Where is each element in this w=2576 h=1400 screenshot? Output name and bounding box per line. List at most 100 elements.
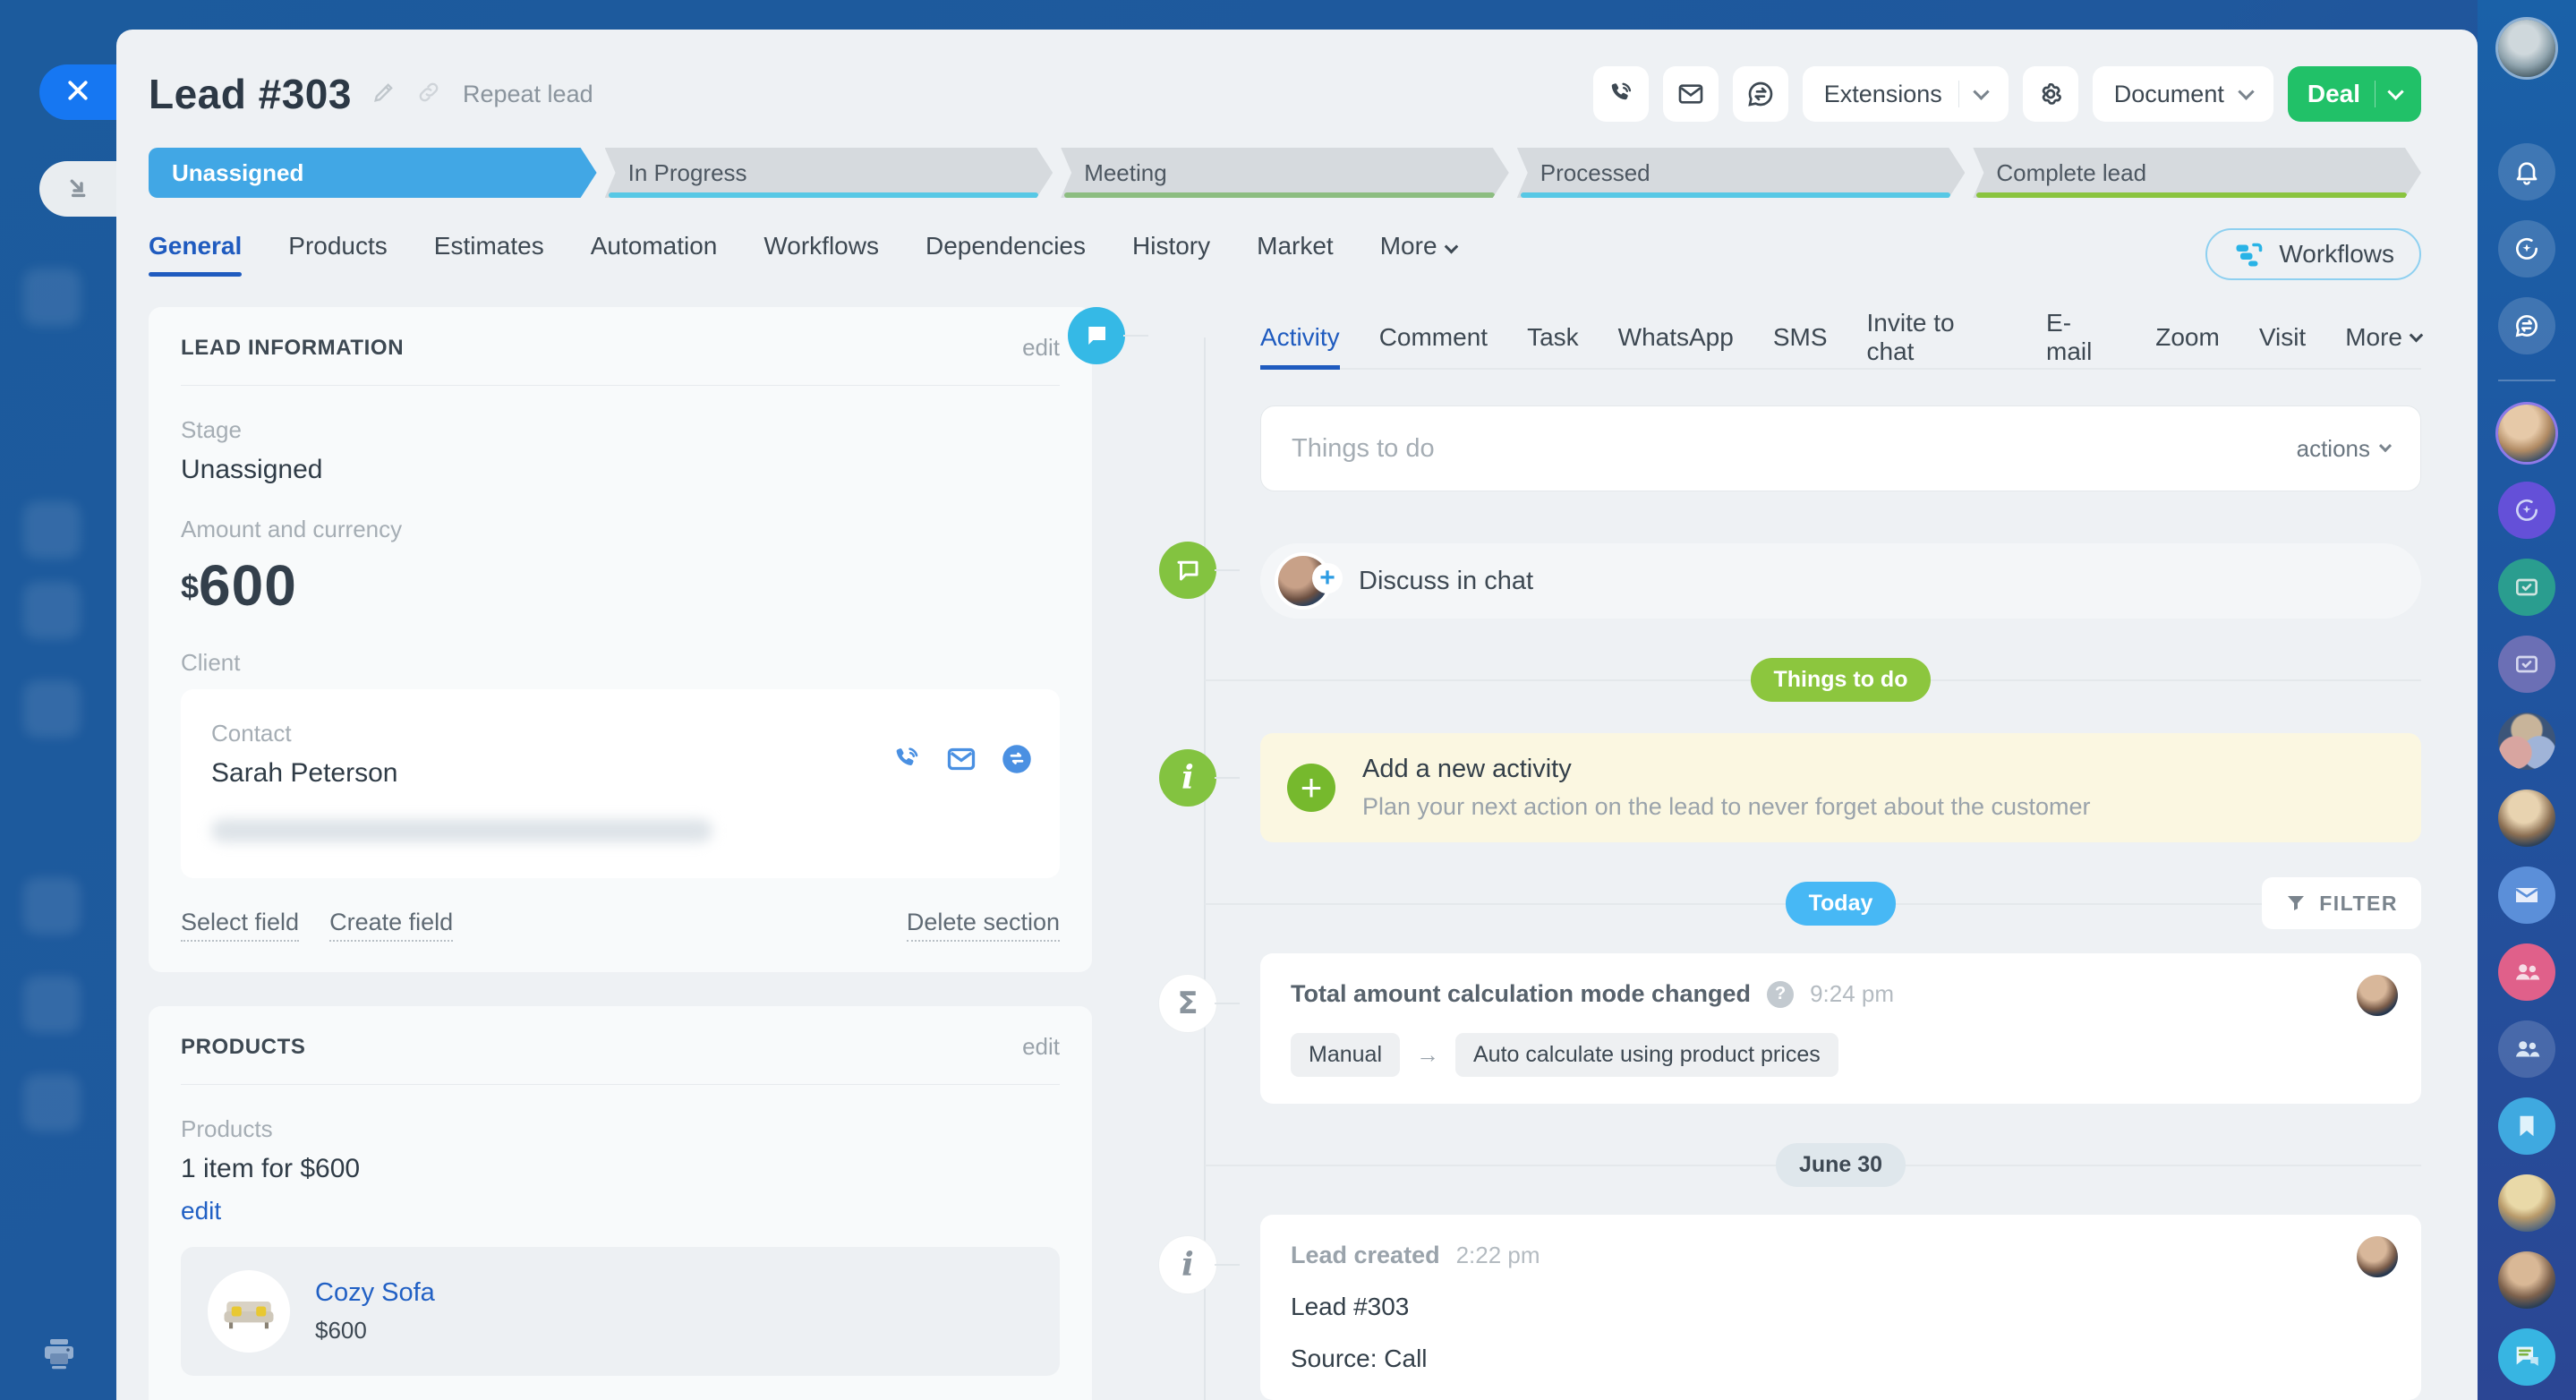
workflows-button[interactable]: Workflows bbox=[2205, 228, 2421, 280]
tab-activity[interactable]: Activity bbox=[1260, 307, 1340, 368]
contact-name[interactable]: Sarah Peterson bbox=[211, 758, 397, 789]
arrow-icon: → bbox=[1416, 1041, 1439, 1069]
product-name-link[interactable]: Cozy Sofa bbox=[315, 1278, 435, 1308]
print-button[interactable] bbox=[38, 1332, 81, 1375]
team-avatar-group[interactable] bbox=[2498, 713, 2555, 770]
lead-detail-panel: Lead #303 Repeat lead Extensions bbox=[116, 30, 2478, 1400]
extensions-button[interactable]: Extensions bbox=[1803, 66, 2009, 122]
contact-mail-icon[interactable] bbox=[945, 743, 977, 780]
stage-unassigned[interactable]: Unassigned bbox=[149, 148, 597, 198]
help-icon[interactable]: ? bbox=[1767, 981, 1794, 1008]
amount-number: 600 bbox=[199, 553, 297, 618]
amount-field-value[interactable]: $600 bbox=[181, 552, 1060, 619]
create-field-link[interactable]: Create field bbox=[329, 909, 453, 942]
feed-chat-marker bbox=[1068, 307, 1125, 364]
product-list-item[interactable]: Cozy Sofa $600 bbox=[181, 1247, 1060, 1376]
email-button[interactable] bbox=[1663, 66, 1719, 122]
lead-content: LEAD INFORMATION edit Stage Unassigned A… bbox=[149, 307, 2421, 1400]
stage-processed[interactable]: Processed bbox=[1517, 148, 1966, 198]
sidebar-blurred-icon bbox=[23, 680, 81, 738]
timeline-column: Activity Comment Task WhatsApp SMS Invit… bbox=[1151, 307, 2421, 1400]
filter-button[interactable]: FILTER bbox=[2262, 877, 2421, 929]
tab-task[interactable]: Task bbox=[1527, 307, 1579, 368]
mail-channel-button[interactable] bbox=[2498, 866, 2555, 924]
tab-zoom[interactable]: Zoom bbox=[2155, 307, 2220, 368]
contacts-button[interactable] bbox=[2498, 1020, 2555, 1078]
tab-estimates[interactable]: Estimates bbox=[434, 232, 544, 277]
today-pill[interactable]: Today bbox=[1786, 882, 1897, 926]
repeat-lead-label: Repeat lead bbox=[463, 81, 593, 108]
funnel-icon bbox=[2285, 892, 2307, 914]
chat-transfer-rail-button[interactable] bbox=[2498, 297, 2555, 354]
tab-market[interactable]: Market bbox=[1257, 232, 1334, 277]
gear-icon bbox=[2036, 80, 2065, 108]
amount-field-label: Amount and currency bbox=[181, 516, 1060, 543]
call-button[interactable] bbox=[1593, 66, 1649, 122]
contact-avatar[interactable] bbox=[2498, 1174, 2555, 1232]
deal-button[interactable]: Deal bbox=[2288, 66, 2421, 122]
sigma-icon: Σ bbox=[1177, 986, 1198, 1021]
add-activity-plus-icon: + bbox=[1287, 764, 1335, 812]
info-icon: i bbox=[1181, 759, 1194, 797]
add-activity-title: Add a new activity bbox=[1362, 755, 2091, 784]
add-activity-banner[interactable]: i + Add a new activity Plan your next ac… bbox=[1260, 733, 2421, 842]
products-field-label: Products bbox=[181, 1115, 1060, 1143]
select-field-link[interactable]: Select field bbox=[181, 909, 299, 942]
team-chat-button[interactable] bbox=[2498, 1328, 2555, 1386]
tasks-board-button-2[interactable] bbox=[2498, 636, 2555, 693]
tasks-board-button[interactable] bbox=[2498, 559, 2555, 616]
chevron-down-icon bbox=[2410, 328, 2424, 342]
stage-in-progress[interactable]: In Progress bbox=[605, 148, 1053, 198]
contact-avatar[interactable] bbox=[2498, 790, 2555, 847]
tab-invite-to-chat[interactable]: Invite to chat bbox=[1867, 307, 2008, 368]
tab-email[interactable]: E-mail bbox=[2046, 307, 2116, 368]
tab-more[interactable]: More bbox=[1380, 232, 1456, 277]
tab-products[interactable]: Products bbox=[288, 232, 388, 277]
close-lead-button[interactable] bbox=[39, 64, 116, 120]
chat-transfer-icon bbox=[2512, 312, 2541, 340]
delete-section-link[interactable]: Delete section bbox=[907, 909, 1060, 942]
tab-automation[interactable]: Automation bbox=[591, 232, 718, 277]
contact-avatar[interactable] bbox=[2498, 1251, 2555, 1309]
settings-button[interactable] bbox=[2023, 66, 2078, 122]
sigma-marker: Σ bbox=[1159, 975, 1216, 1032]
todo-input[interactable] bbox=[1292, 434, 2297, 464]
edit-title-icon[interactable] bbox=[371, 80, 397, 109]
products-card: PRODUCTS edit Products 1 item for $600 e… bbox=[149, 1006, 1092, 1400]
ai-active-button[interactable] bbox=[2498, 482, 2555, 539]
contact-call-icon[interactable] bbox=[891, 744, 922, 779]
tab-general[interactable]: General bbox=[149, 232, 242, 277]
edit-products-link[interactable]: edit bbox=[181, 1197, 1060, 1225]
ai-assistant-button[interactable] bbox=[2498, 220, 2555, 277]
stage-label: Processed bbox=[1540, 159, 1651, 187]
tab-visit[interactable]: Visit bbox=[2259, 307, 2306, 368]
edit-section-link[interactable]: edit bbox=[1022, 334, 1060, 362]
stage-meeting[interactable]: Meeting bbox=[1061, 148, 1509, 198]
contact-avatar[interactable] bbox=[2498, 405, 2555, 462]
event-lead-created: i Lead created 2:22 pm Lead #303 Source:… bbox=[1260, 1215, 2421, 1400]
things-to-do-pill[interactable]: Things to do bbox=[1751, 658, 1932, 702]
bookmarks-button[interactable] bbox=[2498, 1097, 2555, 1155]
discuss-in-chat-label: Discuss in chat bbox=[1359, 567, 1533, 596]
tab-history[interactable]: History bbox=[1132, 232, 1210, 277]
document-button[interactable]: Document bbox=[2093, 66, 2273, 122]
chat-transfer-button[interactable] bbox=[1733, 66, 1788, 122]
actions-dropdown[interactable]: actions bbox=[2297, 435, 2390, 463]
tab-workflows[interactable]: Workflows bbox=[763, 232, 879, 277]
notifications-button[interactable] bbox=[2498, 143, 2555, 201]
contact-chat-icon[interactable] bbox=[1001, 743, 1033, 780]
tab-whatsapp[interactable]: WhatsApp bbox=[1618, 307, 1734, 368]
stage-complete-lead[interactable]: Complete lead bbox=[1973, 148, 2421, 198]
tab-comment[interactable]: Comment bbox=[1379, 307, 1488, 368]
tab-more[interactable]: More bbox=[2345, 307, 2421, 368]
tab-dependencies[interactable]: Dependencies bbox=[925, 232, 1086, 277]
stage-field-value[interactable]: Unassigned bbox=[181, 455, 1060, 485]
tab-sms[interactable]: SMS bbox=[1773, 307, 1828, 368]
copy-link-icon[interactable] bbox=[416, 80, 441, 109]
discuss-in-chat-row[interactable]: + Discuss in chat bbox=[1260, 543, 2421, 619]
collapse-panel-button[interactable] bbox=[39, 161, 116, 217]
contacts-pink-button[interactable] bbox=[2498, 943, 2555, 1001]
button-divider bbox=[2375, 81, 2376, 107]
user-avatar[interactable] bbox=[2498, 20, 2555, 77]
edit-section-link[interactable]: edit bbox=[1022, 1033, 1060, 1061]
